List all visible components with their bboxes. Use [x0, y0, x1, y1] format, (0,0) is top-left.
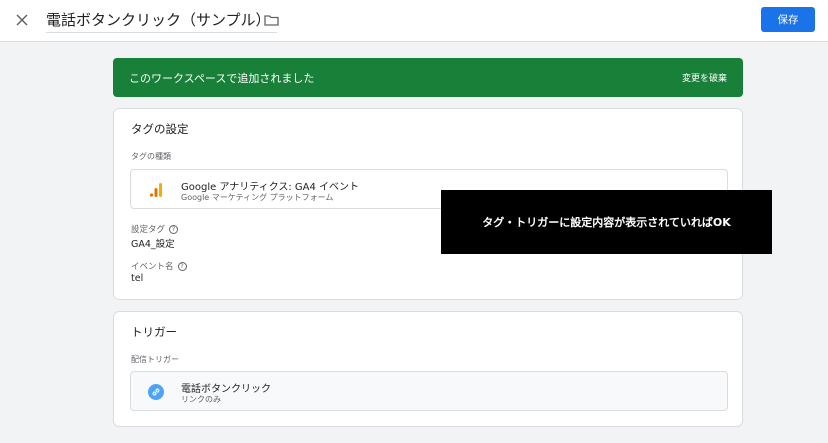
firing-triggers-label: 配信トリガー: [131, 355, 179, 364]
trigger-title: トリガー: [131, 325, 177, 339]
event-name-value: tel: [131, 273, 144, 284]
close-icon[interactable]: [12, 10, 32, 30]
config-tag-value: GA4_設定: [131, 239, 175, 250]
tag-type-name: Google アナリティクス: GA4 イベント: [181, 182, 360, 193]
tag-type-label: タグの種類: [131, 152, 171, 161]
config-tag-label: 設定タグ ?: [131, 223, 179, 235]
annotation-overlay: タグ・トリガーに設定内容が表示されていればOK: [441, 190, 772, 254]
discard-changes-button[interactable]: 変更を破棄: [682, 71, 727, 84]
link-icon: [148, 384, 164, 400]
tag-configuration-title: タグの設定: [131, 122, 189, 136]
banner-message: このワークスペースで追加されました: [129, 72, 315, 85]
annotation-text: タグ・トリガーに設定内容が表示されていればOK: [482, 216, 731, 229]
tag-name-field[interactable]: 電話ボタンクリック（サンプル）: [46, 9, 277, 33]
google-analytics-icon: [149, 183, 162, 197]
help-icon[interactable]: ?: [177, 261, 187, 271]
event-name-label-text: イベント名: [131, 262, 174, 272]
config-tag-label-text: 設定タグ: [131, 225, 166, 235]
trigger-type: リンクのみ: [181, 395, 221, 404]
trigger-item[interactable]: 電話ボタンクリック リンクのみ: [130, 371, 728, 411]
event-name-label: イベント名 ?: [131, 260, 187, 272]
workspace-banner: このワークスペースで追加されました 変更を破棄: [113, 58, 743, 97]
save-button[interactable]: 保存: [761, 7, 815, 32]
tag-type-platform: Google マーケティング プラットフォーム: [181, 193, 334, 202]
help-icon[interactable]: ?: [169, 224, 179, 234]
folder-icon[interactable]: [262, 11, 280, 29]
trigger-card[interactable]: トリガー 配信トリガー 電話ボタンクリック リンクのみ: [113, 311, 743, 427]
top-bar: 電話ボタンクリック（サンプル） 保存: [0, 0, 828, 42]
trigger-name: 電話ボタンクリック: [181, 384, 271, 395]
